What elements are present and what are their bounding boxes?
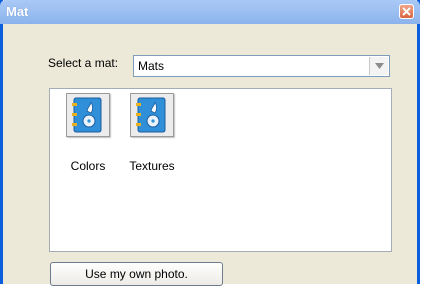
dropdown-arrow-button[interactable] xyxy=(369,57,388,75)
mat-item-label: Textures xyxy=(129,159,175,173)
mat-item-textures[interactable]: Textures xyxy=(122,93,182,173)
close-icon xyxy=(402,7,411,16)
mat-list[interactable]: Colors Textures xyxy=(49,88,392,252)
mat-item-colors[interactable]: Colors xyxy=(58,93,118,173)
mat-item-label: Colors xyxy=(70,159,106,173)
mat-dropdown-value: Mats xyxy=(138,59,165,73)
book-icon xyxy=(130,93,174,137)
mat-dropdown[interactable]: Mats xyxy=(133,55,390,77)
book-icon xyxy=(66,93,110,137)
window-title: Mat xyxy=(6,4,29,19)
select-mat-label: Select a mat: xyxy=(48,56,119,70)
close-button[interactable] xyxy=(399,4,414,19)
use-own-photo-button[interactable]: Use my own photo. xyxy=(50,262,223,286)
chevron-down-icon xyxy=(374,63,384,69)
title-bar[interactable]: Mat xyxy=(0,0,420,24)
mat-dialog: Mat Select a mat: Mats Colors Textures U… xyxy=(0,0,420,286)
